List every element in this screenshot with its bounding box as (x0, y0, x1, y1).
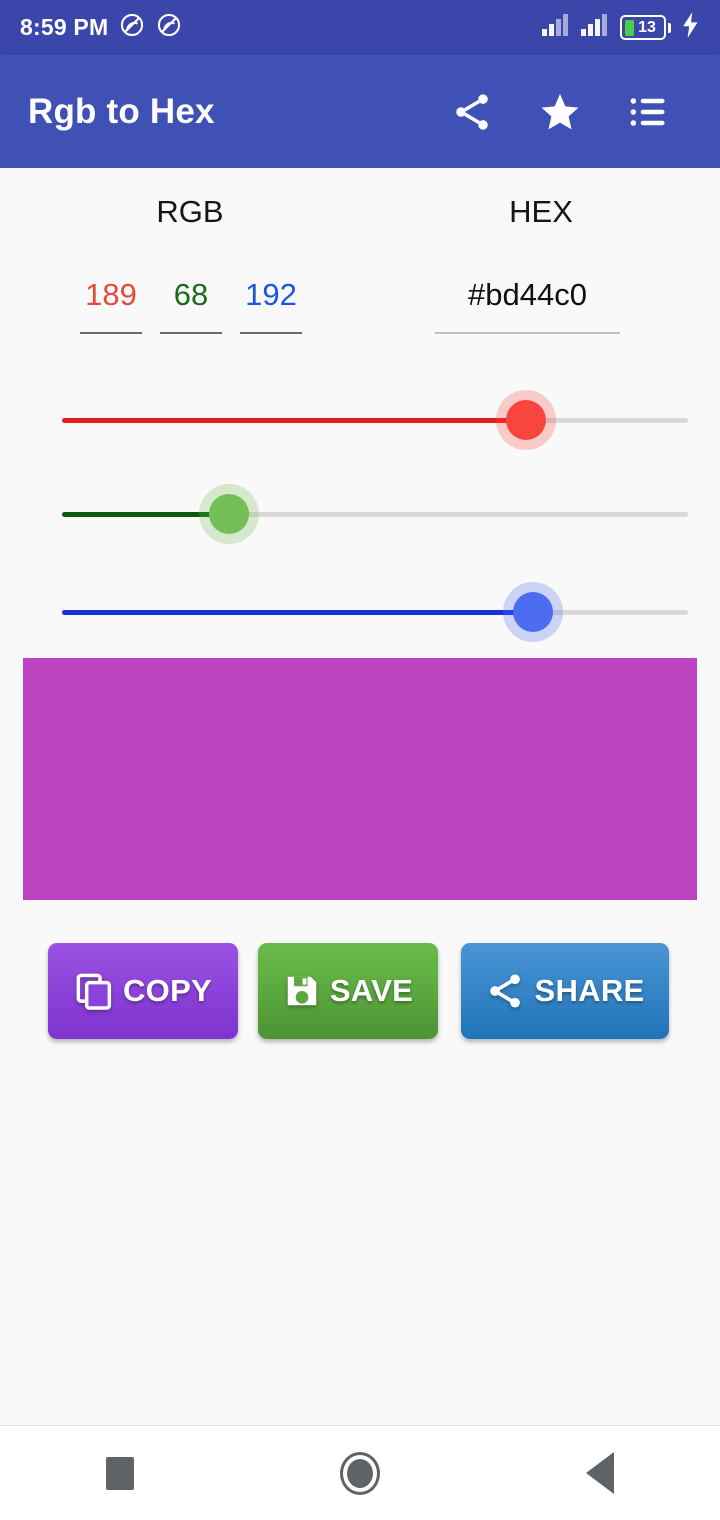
blue-slider[interactable] (62, 582, 688, 642)
do-not-disturb-icon (119, 12, 145, 43)
share-button[interactable]: SHARE (461, 943, 669, 1039)
do-not-disturb-icon (156, 12, 182, 43)
app-root: 8:59 PM 13 Rgb to Hex RGB HEX 189 68 192… (0, 0, 720, 1520)
status-bar-right: 13 (542, 12, 700, 43)
home-button[interactable] (240, 1426, 480, 1520)
battery-icon: 13 (620, 15, 671, 40)
hex-column-header: HEX (380, 194, 720, 230)
signal-bars-icon (542, 14, 570, 41)
blue-slider-fill (62, 610, 534, 615)
blue-slider-thumb[interactable] (503, 582, 564, 642)
red-slider[interactable] (62, 390, 688, 450)
red-value-input[interactable]: 189 (80, 278, 142, 334)
recents-button[interactable] (0, 1426, 240, 1520)
star-icon[interactable] (516, 68, 604, 156)
share-button-label: SHARE (534, 973, 645, 1008)
rgb-inputs: 189 68 192 (80, 278, 302, 334)
back-button[interactable] (480, 1426, 720, 1520)
share-icon (485, 971, 525, 1011)
page-title: Rgb to Hex (28, 91, 215, 131)
copy-button-label: COPY (122, 973, 213, 1008)
app-bar: Rgb to Hex (0, 55, 720, 168)
triangle-left-icon (586, 1452, 614, 1494)
color-preview-swatch (23, 658, 697, 900)
save-button-label: SAVE (329, 973, 414, 1008)
floppy-disk-icon (283, 972, 321, 1010)
square-icon (106, 1456, 134, 1490)
navigation-bar (0, 1425, 720, 1520)
hex-label: HEX (509, 194, 573, 229)
charging-bolt-icon (682, 12, 700, 43)
hex-value-input[interactable]: #bd44c0 (435, 278, 620, 334)
list-icon[interactable] (604, 68, 692, 156)
circle-icon (340, 1451, 380, 1495)
blue-value-input[interactable]: 192 (240, 278, 302, 334)
status-bar-clock: 8:59 PM (20, 14, 109, 40)
signal-bars-icon (581, 14, 609, 41)
green-slider[interactable] (62, 484, 688, 544)
status-bar: 8:59 PM 13 (0, 0, 720, 55)
battery-level-text: 13 (638, 18, 656, 36)
app-bar-actions (428, 68, 692, 156)
action-buttons: COPY SAVE SHARE (0, 943, 720, 1039)
green-slider-thumb[interactable] (199, 484, 260, 544)
green-value-input[interactable]: 68 (160, 278, 222, 334)
column-headers: RGB HEX (0, 194, 720, 230)
share-icon[interactable] (428, 68, 516, 156)
save-button[interactable]: SAVE (258, 943, 438, 1039)
red-slider-fill (62, 418, 526, 423)
red-slider-thumb[interactable] (495, 390, 556, 450)
status-bar-left: 8:59 PM (20, 12, 182, 43)
rgb-column-header: RGB (0, 194, 380, 230)
rgb-label: RGB (156, 194, 224, 229)
main-content: RGB HEX 189 68 192 #bd44c0 COPY SAVE SHA… (0, 168, 720, 1425)
copy-icon (74, 971, 114, 1011)
copy-button[interactable]: COPY (48, 943, 238, 1039)
